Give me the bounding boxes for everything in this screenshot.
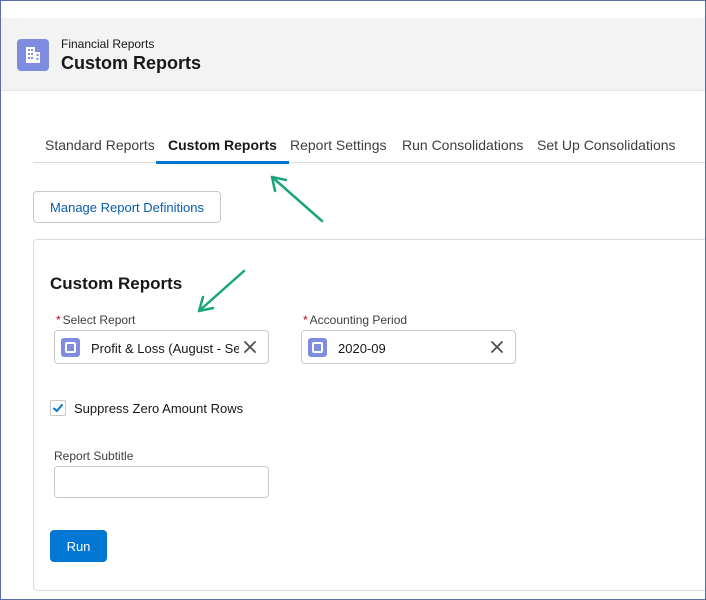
period-object-icon: [308, 338, 327, 357]
required-marker: *: [56, 313, 61, 327]
select-report-label: * Select Report: [56, 313, 135, 327]
page-title: Custom Reports: [61, 53, 202, 73]
report-subtitle-input[interactable]: [54, 466, 269, 498]
manage-report-definitions-button[interactable]: Manage Report Definitions: [33, 191, 221, 223]
report-subtitle-label: Report Subtitle: [54, 449, 134, 463]
select-report-label-text: Select Report: [62, 313, 136, 327]
clear-report-icon[interactable]: [242, 339, 258, 355]
page-header: Financial Reports Custom Reports: [1, 18, 705, 91]
tab-set-up-consolidations[interactable]: Set Up Consolidations: [525, 126, 688, 163]
accounting-period-label-text: Accounting Period: [309, 313, 408, 327]
tab-bar: Standard Reports Custom Reports Report S…: [33, 126, 706, 164]
required-marker: *: [303, 313, 308, 327]
header-eyebrow: Financial Reports: [61, 37, 155, 51]
tab-custom-reports[interactable]: Custom Reports: [156, 126, 289, 164]
select-report-lookup[interactable]: Profit & Loss (August - Se: [54, 330, 269, 364]
suppress-zero-label: Suppress Zero Amount Rows: [74, 400, 244, 416]
tab-standard-reports[interactable]: Standard Reports: [33, 126, 167, 163]
clear-period-icon[interactable]: [489, 339, 505, 355]
card-title: Custom Reports: [50, 274, 183, 293]
report-object-icon: [61, 338, 80, 357]
accounting-period-lookup[interactable]: 2020-09: [301, 330, 516, 364]
building-icon: [17, 39, 49, 71]
checkmark-icon: [53, 404, 63, 412]
arrow-icon: [270, 175, 324, 223]
run-button[interactable]: Run: [50, 530, 107, 562]
select-report-value: Profit & Loss (August - Se: [91, 341, 239, 356]
tab-run-consolidations[interactable]: Run Consolidations: [390, 126, 535, 163]
tab-report-settings[interactable]: Report Settings: [278, 126, 399, 163]
accounting-period-value: 2020-09: [338, 341, 386, 356]
accounting-period-label: * Accounting Period: [303, 313, 407, 327]
suppress-zero-row: Suppress Zero Amount Rows: [50, 400, 243, 416]
suppress-zero-checkbox[interactable]: [50, 400, 66, 416]
